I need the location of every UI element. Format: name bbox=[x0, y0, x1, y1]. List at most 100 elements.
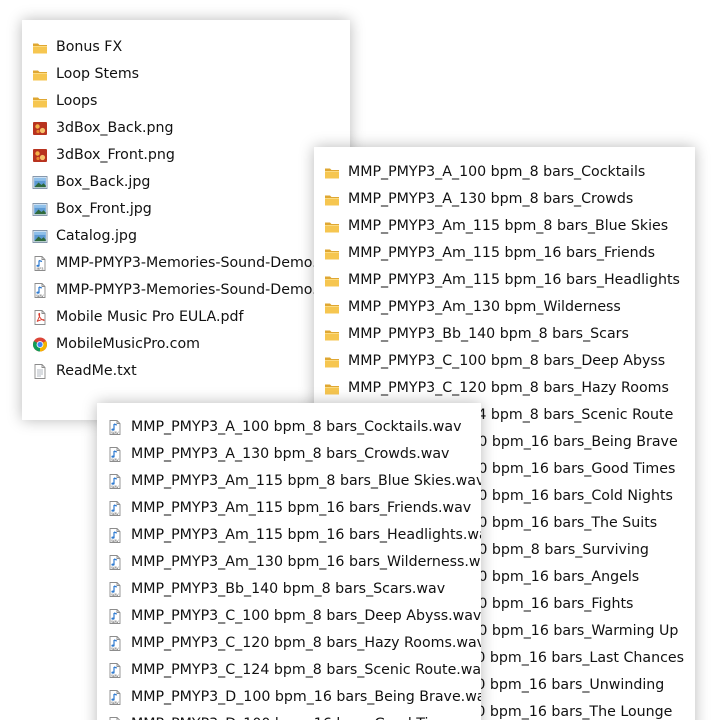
svg-text:MP3: MP3 bbox=[37, 267, 44, 271]
list-item-label: MMP_PMYP3_Bb_140 bpm_8 bars_Scars bbox=[348, 326, 629, 342]
list-item[interactable]: Box_Front.jpg bbox=[22, 196, 350, 223]
list-item-label: MMP_PMYP3_Am_115 bpm_8 bars_Blue Skies bbox=[348, 218, 669, 234]
svg-text:WAV: WAV bbox=[111, 620, 119, 624]
list-item-label: Loops bbox=[56, 93, 98, 109]
svg-text:WAV: WAV bbox=[111, 512, 119, 516]
svg-text:WAV: WAV bbox=[36, 294, 44, 298]
wav-file-icon: WAV bbox=[107, 581, 123, 598]
folder-icon bbox=[32, 93, 48, 110]
list-item-label: MMP_PMYP3_Am_115 bpm_8 bars_Blue Skies.w… bbox=[131, 473, 481, 489]
list-item-label: MobileMusicPro.com bbox=[56, 336, 200, 352]
list-item[interactable]: WAV MMP_PMYP3_Bb_140 bpm_8 bars_Scars.wav bbox=[97, 576, 481, 603]
list-item[interactable]: MMP_PMYP3_C_120 bpm_8 bars_Hazy Rooms bbox=[314, 375, 695, 402]
text-file-icon bbox=[32, 363, 48, 380]
file-explorer-collage: Bonus FX Loop Stems Loops 3dBox_Back.png 3dB… bbox=[0, 0, 720, 720]
list-item[interactable]: WAV MMP_PMYP3_C_120 bpm_8 bars_Hazy Rooms… bbox=[97, 630, 481, 657]
list-item-label: MMP_PMYP3_Am_130 bpm_Wilderness bbox=[348, 299, 621, 315]
list-item[interactable]: WAV MMP_PMYP3_Am_115 bpm_16 bars_Friends.… bbox=[97, 495, 481, 522]
list-item[interactable]: 3dBox_Front.png bbox=[22, 142, 350, 169]
list-item[interactable]: MP3 MMP-PMYP3-Memories-Sound-Demo.mp3 bbox=[22, 250, 350, 277]
list-item[interactable]: WAV MMP_PMYP3_A_100 bpm_8 bars_Cocktails.… bbox=[97, 414, 481, 441]
svg-text:WAV: WAV bbox=[111, 593, 119, 597]
wav-file-icon: WAV bbox=[107, 662, 123, 679]
list-item[interactable]: MMP_PMYP3_Bb_140 bpm_8 bars_Scars bbox=[314, 321, 695, 348]
list-item-label: Box_Back.jpg bbox=[56, 174, 151, 190]
list-item-label: MMP_PMYP3_Bb_140 bpm_8 bars_Scars.wav bbox=[131, 581, 446, 597]
list-item-label: MMP_PMYP3_Am_115 bpm_16 bars_Friends bbox=[348, 245, 656, 261]
wav-file-icon: WAV bbox=[107, 419, 123, 436]
mp3-file-icon: MP3 bbox=[32, 255, 48, 272]
jpg-image-icon bbox=[32, 228, 48, 245]
pdf-file-icon bbox=[32, 309, 48, 326]
wav-file-icon: WAV bbox=[107, 689, 123, 706]
png-image-icon bbox=[32, 120, 48, 137]
list-item[interactable]: WAV MMP_PMYP3_Am_115 bpm_16 bars_Headligh… bbox=[97, 522, 481, 549]
list-item-label: MMP_PMYP3_A_100 bpm_8 bars_Cocktails bbox=[348, 164, 646, 180]
list-item-label: MMP_PMYP3_Am_115 bpm_16 bars_Headlights bbox=[348, 272, 680, 288]
folder-icon bbox=[324, 191, 340, 208]
list-item[interactable]: MMP_PMYP3_Am_115 bpm_8 bars_Blue Skies bbox=[314, 213, 695, 240]
svg-text:WAV: WAV bbox=[111, 674, 119, 678]
list-item[interactable]: ReadMe.txt bbox=[22, 358, 350, 385]
list-item[interactable]: 3dBox_Back.png bbox=[22, 115, 350, 142]
list-item-label: MMP_PMYP3_C_124 bpm_8 bars_Scenic Route.… bbox=[131, 662, 481, 678]
list-item[interactable]: Loops bbox=[22, 88, 350, 115]
list-item[interactable]: MMP_PMYP3_Am_115 bpm_16 bars_Friends bbox=[314, 240, 695, 267]
wav-file-icon: WAV bbox=[32, 282, 48, 299]
wav-file-icon: WAV bbox=[107, 446, 123, 463]
list-item-label: Bonus FX bbox=[56, 39, 123, 55]
list-item[interactable]: Mobile Music Pro EULA.pdf bbox=[22, 304, 350, 331]
list-item[interactable]: Box_Back.jpg bbox=[22, 169, 350, 196]
list-item-label: ReadMe.txt bbox=[56, 363, 137, 379]
list-item[interactable]: WAV MMP_PMYP3_C_100 bpm_8 bars_Deep Abyss… bbox=[97, 603, 481, 630]
list-item[interactable]: Bonus FX bbox=[22, 34, 350, 61]
list-item[interactable]: MobileMusicPro.com bbox=[22, 331, 350, 358]
list-item[interactable]: MMP_PMYP3_C_100 bpm_8 bars_Deep Abyss bbox=[314, 348, 695, 375]
list-item-label: MMP-PMYP3-Memories-Sound-Demo.mp3 bbox=[56, 255, 349, 271]
list-item[interactable]: WAV MMP_PMYP3_D_100 bpm_16 bars_Good Time… bbox=[97, 711, 481, 720]
wav-file-icon: WAV bbox=[107, 635, 123, 652]
list-item[interactable]: WAV MMP_PMYP3_Am_130 bpm_16 bars_Wilderne… bbox=[97, 549, 481, 576]
list-item[interactable]: Loop Stems bbox=[22, 61, 350, 88]
list-item[interactable]: WAV MMP_PMYP3_C_124 bpm_8 bars_Scenic Rou… bbox=[97, 657, 481, 684]
list-item-label: 3dBox_Front.png bbox=[56, 147, 175, 163]
list-item-label: Catalog.jpg bbox=[56, 228, 137, 244]
list-item-label: MMP_PMYP3_Am_115 bpm_16 bars_Headlights.… bbox=[131, 527, 481, 543]
folder-icon bbox=[324, 164, 340, 181]
list-item[interactable]: MMP_PMYP3_Am_130 bpm_Wilderness bbox=[314, 294, 695, 321]
folder-icon bbox=[324, 299, 340, 316]
svg-text:WAV: WAV bbox=[111, 647, 119, 651]
svg-text:WAV: WAV bbox=[111, 566, 119, 570]
list-item[interactable]: MMP_PMYP3_A_130 bpm_8 bars_Crowds bbox=[314, 186, 695, 213]
png-image-icon bbox=[32, 147, 48, 164]
folder-icon bbox=[324, 272, 340, 289]
folder-icon bbox=[32, 66, 48, 83]
list-item[interactable]: WAV MMP_PMYP3_D_100 bpm_16 bars_Being Bra… bbox=[97, 684, 481, 711]
file-list-root: Bonus FX Loop Stems Loops 3dBox_Back.png 3dB… bbox=[22, 20, 350, 385]
list-item-label: MMP-PMYP3-Memories-Sound-Demo.wav bbox=[56, 282, 346, 298]
list-item[interactable]: MMP_PMYP3_Am_115 bpm_16 bars_Headlights bbox=[314, 267, 695, 294]
folder-icon bbox=[324, 380, 340, 397]
svg-text:WAV: WAV bbox=[111, 431, 119, 435]
list-item-label: MMP_PMYP3_D_100 bpm_16 bars_Good Times.w… bbox=[131, 711, 481, 720]
list-item[interactable]: Catalog.jpg bbox=[22, 223, 350, 250]
svg-text:WAV: WAV bbox=[111, 485, 119, 489]
wav-file-icon: WAV bbox=[107, 500, 123, 517]
list-item[interactable]: WAV MMP-PMYP3-Memories-Sound-Demo.wav bbox=[22, 277, 350, 304]
jpg-image-icon bbox=[32, 174, 48, 191]
list-item[interactable]: WAV MMP_PMYP3_Am_115 bpm_8 bars_Blue Skie… bbox=[97, 468, 481, 495]
list-item-label: 3dBox_Back.png bbox=[56, 120, 174, 136]
list-item-label: Box_Front.jpg bbox=[56, 201, 152, 217]
file-list-panel-wav: WAV MMP_PMYP3_A_100 bpm_8 bars_Cocktails.… bbox=[97, 403, 481, 720]
list-item-label: MMP_PMYP3_A_130 bpm_8 bars_Crowds.wav bbox=[131, 446, 450, 462]
svg-text:WAV: WAV bbox=[111, 701, 119, 705]
list-item-label: MMP_PMYP3_C_120 bpm_8 bars_Hazy Rooms.wa… bbox=[131, 635, 481, 651]
svg-text:WAV: WAV bbox=[111, 458, 119, 462]
svg-text:WAV: WAV bbox=[111, 539, 119, 543]
wav-file-icon: WAV bbox=[107, 716, 123, 720]
list-item[interactable]: MMP_PMYP3_A_100 bpm_8 bars_Cocktails bbox=[314, 159, 695, 186]
wav-file-icon: WAV bbox=[107, 527, 123, 544]
list-item[interactable]: WAV MMP_PMYP3_A_130 bpm_8 bars_Crowds.wav bbox=[97, 441, 481, 468]
list-item-label: MMP_PMYP3_A_130 bpm_8 bars_Crowds bbox=[348, 191, 634, 207]
folder-icon bbox=[324, 326, 340, 343]
